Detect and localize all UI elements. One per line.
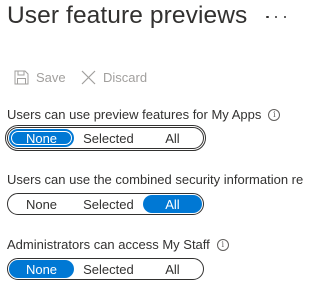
option-selected[interactable]: Selected [74,195,143,213]
option-all[interactable]: All [143,129,202,147]
ellipsis-dot [266,15,269,19]
option-all[interactable]: All [142,195,202,213]
setting-label-combined-security-info: Users can use the combined security info… [7,172,303,187]
setting-label-text: Users can use preview features for My Ap… [7,107,262,122]
setting-label-my-apps-preview: Users can use preview features for My Ap… [7,107,281,122]
option-all[interactable]: All [143,260,202,278]
more-ellipsis-icon[interactable] [266,5,286,29]
setting-label-text: Users can use the combined security info… [7,172,304,187]
info-icon[interactable]: i [268,108,281,121]
info-icon[interactable]: i [216,238,229,251]
toggle-my-apps-preview[interactable]: None Selected All [5,125,206,151]
option-none[interactable]: None [9,260,74,278]
option-selected[interactable]: Selected [74,129,143,147]
setting-label-my-staff: Administrators can access My Staff i [7,237,229,252]
option-none[interactable]: None [9,129,74,147]
ellipsis-dot [283,15,286,19]
toggle-combined-security-info[interactable]: None Selected All [7,193,204,215]
save-label: Save [36,69,66,85]
discard-label: Discard [103,69,148,85]
save-button[interactable]: Save [14,66,66,88]
floppy-disk-icon [14,70,29,84]
setting-label-text: Administrators can access My Staff [7,237,210,252]
x-icon [81,70,96,84]
ellipsis-dot [274,15,278,19]
option-selected[interactable]: Selected [74,260,143,278]
option-none[interactable]: None [9,195,74,213]
toggle-my-staff[interactable]: None Selected All [7,258,204,280]
discard-button[interactable]: Discard [81,66,147,88]
page-title: User feature previews [7,2,248,29]
